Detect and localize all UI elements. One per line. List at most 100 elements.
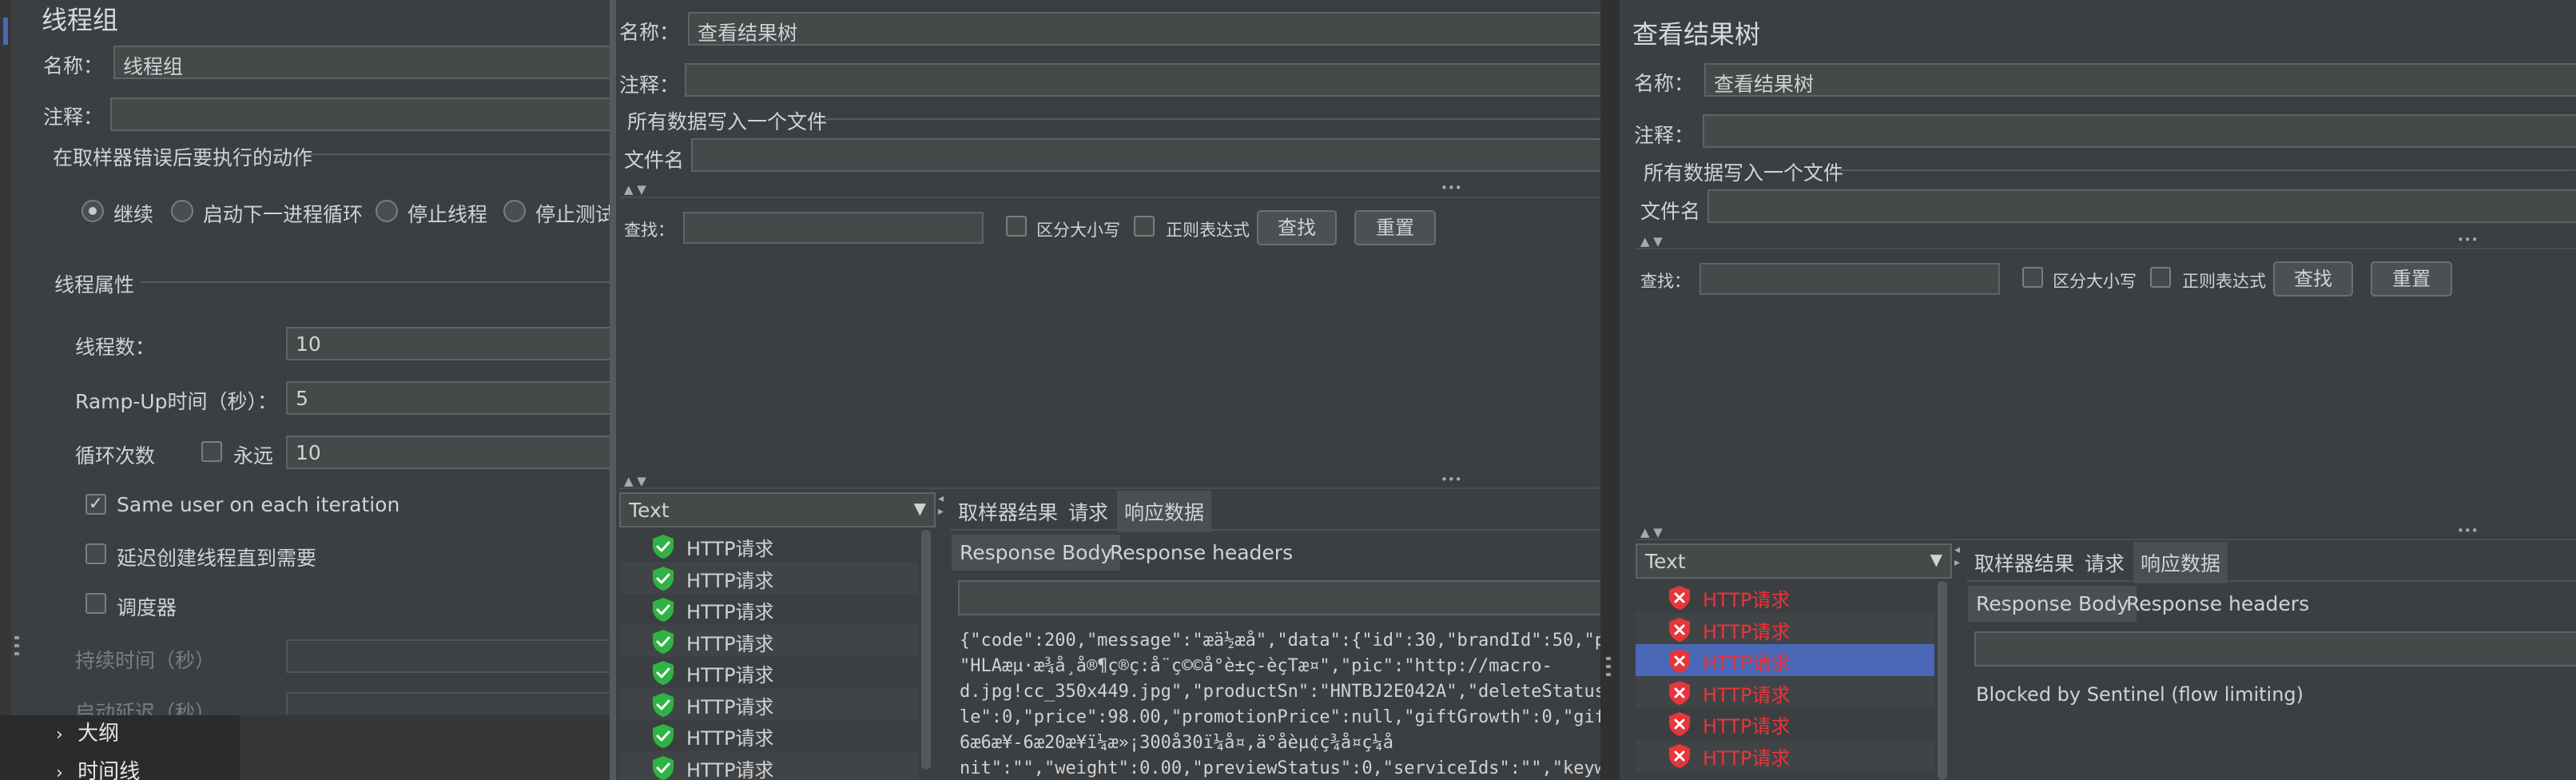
mid-renderer-value: Text xyxy=(629,499,670,522)
forever-checkbox[interactable] xyxy=(201,441,222,462)
mid-subtab-response-body[interactable]: Response Body xyxy=(952,535,1121,571)
mid-response-search[interactable] xyxy=(958,580,1600,615)
mid-search-input[interactable] xyxy=(683,212,984,244)
right-search-input[interactable] xyxy=(1699,263,2000,295)
right-tab-sampler-result[interactable]: 取样器结果 xyxy=(1968,545,2081,580)
mid-list-scrollbar[interactable] xyxy=(921,530,931,770)
mid-tab-response-data[interactable]: 响应数据 xyxy=(1117,491,1212,532)
sample-row[interactable]: HTTP请求 xyxy=(619,530,918,562)
mid-split-arrows-2[interactable]: ▲ ▼ xyxy=(624,474,646,488)
left-gutter xyxy=(0,0,11,719)
mid-split-line-2 xyxy=(619,488,1600,489)
mid-case-checkbox[interactable] xyxy=(1006,216,1027,237)
right-split-arrows-1[interactable]: ▲ ▼ xyxy=(1640,234,1663,249)
radio-next-loop-label: 启动下一进程循环 xyxy=(203,203,364,226)
radio-continue[interactable] xyxy=(81,200,104,222)
threads-field[interactable]: 10 xyxy=(286,327,615,360)
sample-row-label: HTTP请求 xyxy=(1703,746,1791,770)
mid-tab-request[interactable]: 请求 xyxy=(1062,494,1115,529)
right-tab-response-data[interactable]: 响应数据 xyxy=(2133,542,2228,583)
mid-split-dots-2[interactable]: ••• xyxy=(1441,472,1462,487)
error-shield-icon xyxy=(1668,743,1691,769)
right-name-field[interactable]: 查看结果树 xyxy=(1704,63,2576,97)
sample-row-label: HTTP请求 xyxy=(1703,620,1791,643)
right-subtab-response-headers[interactable]: Response headers xyxy=(2120,589,2316,619)
sample-row[interactable]: HTTP请求 xyxy=(1636,738,1934,771)
right-vertical-split-handle[interactable]: ◂ ▸ xyxy=(1954,543,1962,780)
mid-renderer-select[interactable]: Text ▼ xyxy=(619,492,936,527)
right-split-dots-1[interactable]: ••• xyxy=(2457,233,2479,247)
right-reset-button[interactable]: 重置 xyxy=(2371,261,2452,296)
mid-vertical-split-handle[interactable]: ◂ ▸ xyxy=(938,492,946,780)
tree-item-outline-label: 大纲 xyxy=(78,722,120,746)
scheduler-checkbox[interactable] xyxy=(85,593,106,614)
mid-file-section-line xyxy=(824,118,1600,120)
tree-item-timeline[interactable]: › 时间线 xyxy=(56,755,240,780)
mid-split-arrows-1[interactable]: ▲ ▼ xyxy=(624,182,646,197)
loop-field[interactable]: 10 xyxy=(286,436,615,469)
right-response-search[interactable] xyxy=(1974,631,2576,667)
mid-body-line: le":0,"price":98.00,"promotionPrice":nul… xyxy=(960,707,1600,727)
sample-row[interactable]: HTTP请求 xyxy=(1636,581,1934,613)
drag-handle[interactable] xyxy=(14,636,19,659)
tree-item-outline[interactable]: › 大纲 xyxy=(56,717,240,747)
window-gap-handle[interactable] xyxy=(1606,657,1611,679)
mid-response-body: {"code":200,"message":"æä½æå","data":{"i… xyxy=(960,628,1600,780)
sample-row[interactable]: HTTP请求 xyxy=(1636,675,1934,708)
right-file-section-line xyxy=(1840,169,2575,171)
right-renderer-select[interactable]: Text ▼ xyxy=(1636,543,1952,579)
success-shield-icon xyxy=(651,660,675,686)
right-file-field[interactable] xyxy=(1707,189,2576,223)
mid-regex-checkbox[interactable] xyxy=(1134,216,1155,237)
sample-row[interactable]: HTTP请求 xyxy=(619,719,918,751)
radio-stop-test-label: 停止测试 xyxy=(535,203,615,226)
right-split-dots-2[interactable]: ••• xyxy=(2457,523,2479,538)
mid-name-field[interactable]: 查看结果树 xyxy=(688,12,1600,46)
sample-row[interactable]: HTTP请求 xyxy=(1636,612,1934,645)
success-shield-icon xyxy=(651,597,675,623)
success-shield-icon xyxy=(651,755,675,780)
props-section-line xyxy=(140,281,615,283)
radio-stop-thread-label: 停止线程 xyxy=(407,203,488,226)
delay-create-checkbox[interactable] xyxy=(85,543,106,564)
success-shield-icon xyxy=(651,692,675,718)
sample-row[interactable]: HTTP请求 xyxy=(619,593,918,625)
mid-file-field[interactable] xyxy=(691,138,1600,172)
mid-split-dots-1[interactable]: ••• xyxy=(1441,181,1462,195)
sample-row[interactable]: HTTP请求 xyxy=(619,750,918,780)
mid-comment-field[interactable] xyxy=(685,63,1600,97)
scheduler-label: 调度器 xyxy=(117,596,177,619)
sample-row[interactable]: HTTP请求 xyxy=(619,687,918,720)
sample-row[interactable]: HTTP请求 xyxy=(619,656,918,688)
rampup-label: Ramp-Up时间（秒）： xyxy=(75,390,278,413)
right-find-button[interactable]: 查找 xyxy=(2273,261,2353,296)
mid-tab-sampler-result[interactable]: 取样器结果 xyxy=(952,494,1064,529)
right-subtab-response-body[interactable]: Response Body xyxy=(1968,586,2137,622)
mid-subtab-response-headers[interactable]: Response headers xyxy=(1103,538,1299,567)
right-comment-field[interactable] xyxy=(1703,114,2576,148)
rampup-field[interactable]: 5 xyxy=(286,381,615,415)
right-case-checkbox[interactable] xyxy=(2022,267,2043,288)
sample-row[interactable]: HTTP请求 xyxy=(619,624,918,657)
mid-find-button[interactable]: 查找 xyxy=(1257,210,1337,245)
right-tab-request[interactable]: 请求 xyxy=(2078,545,2131,580)
name-field[interactable]: 线程组 xyxy=(113,46,615,79)
error-shield-icon xyxy=(1668,585,1691,611)
radio-stop-thread[interactable] xyxy=(376,200,398,222)
sample-row[interactable]: HTTP请求 xyxy=(619,561,918,594)
same-user-checkbox[interactable]: ✓ xyxy=(85,494,106,515)
comment-field[interactable] xyxy=(110,98,615,131)
radio-next-loop[interactable] xyxy=(171,200,193,222)
right-regex-checkbox[interactable] xyxy=(2150,267,2171,288)
radio-stop-test[interactable] xyxy=(503,200,526,222)
same-user-label: Same user on each iteration xyxy=(117,493,400,516)
sample-row[interactable]: HTTP请求 xyxy=(1636,644,1934,676)
duration-label: 持续时间（秒） xyxy=(75,649,216,672)
error-action-section: 在取样器错误后要执行的动作 xyxy=(53,146,313,169)
sample-row[interactable]: HTTP请求 xyxy=(1636,707,1934,739)
right-split-line-1 xyxy=(1636,248,2576,249)
mid-reset-button[interactable]: 重置 xyxy=(1354,210,1436,245)
right-list-scrollbar[interactable] xyxy=(1938,581,1947,780)
success-shield-icon xyxy=(651,629,675,655)
right-split-arrows-2[interactable]: ▲ ▼ xyxy=(1640,525,1663,539)
